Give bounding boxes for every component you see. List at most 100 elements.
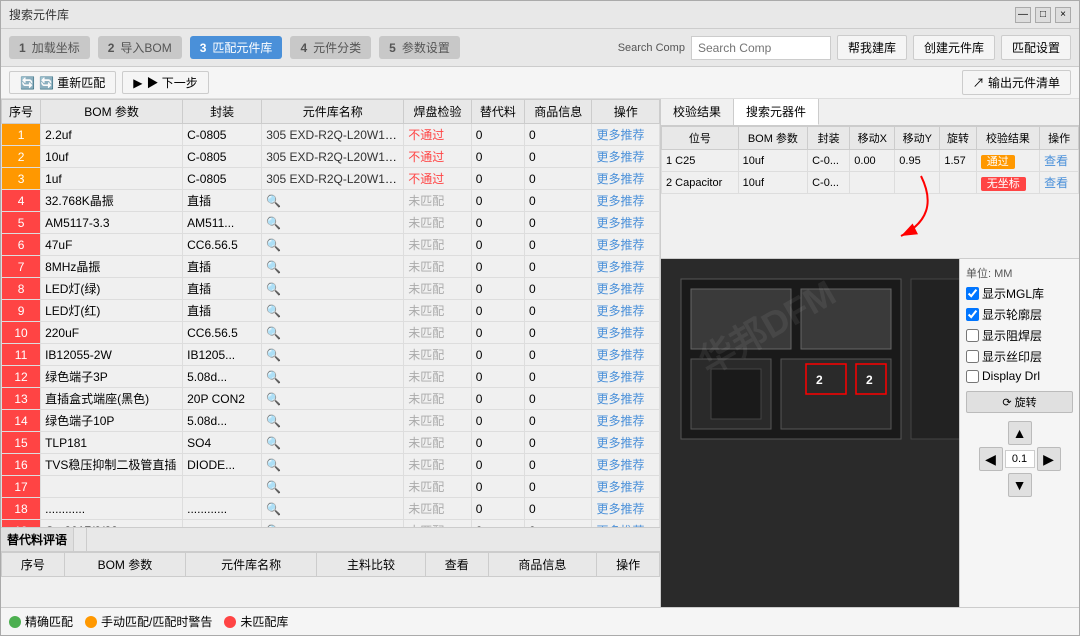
step-1-btn[interactable]: 1 加载坐标 (9, 36, 90, 59)
table-row-alt: 0 (471, 476, 524, 498)
nav-down-row: ▼ (1008, 473, 1032, 497)
table-row-goods: 0 (524, 190, 591, 212)
table-row-check: 未匹配 (404, 278, 471, 300)
table-row-op[interactable]: 更多推荐 (592, 410, 660, 432)
table-row-goods: 0 (524, 146, 591, 168)
table-row-idx: 9 (2, 300, 41, 322)
table-row-goods: 0 (524, 498, 591, 520)
table-row-alt: 0 (471, 410, 524, 432)
maximize-btn[interactable]: □ (1035, 7, 1051, 23)
table-row-lib: 🔍 (262, 366, 404, 388)
svg-text:2: 2 (866, 373, 873, 387)
table-row-op[interactable]: 更多推荐 (592, 498, 660, 520)
step-3-btn[interactable]: 3 匹配元件库 (190, 36, 283, 59)
create-lib-btn[interactable]: 创建元件库 (913, 35, 995, 60)
table-row-op[interactable]: 更多推荐 (592, 168, 660, 190)
step-bar-right: Search Comp 帮我建库 创建元件库 匹配设置 (618, 35, 1071, 60)
table-row-op[interactable]: 更多推荐 (592, 234, 660, 256)
table-row-op[interactable]: 更多推荐 (592, 190, 660, 212)
table-row-op[interactable]: 更多推荐 (592, 520, 660, 528)
table-row-bom: AM5117-3.3 (41, 212, 183, 234)
table-row: 3 1uf C-0805 305 EXD-R2Q-L20W12T7- 不通过 0… (2, 168, 660, 190)
bom-table: 序号 BOM 参数 封装 元件库名称 焊盘检验 替代料 商品信息 操作 1 2.… (1, 99, 660, 527)
rotate-btn[interactable]: ⟳ 旋转 (966, 391, 1073, 413)
table-row-lib: 🔍 (262, 498, 404, 520)
minimize-btn[interactable]: — (1015, 7, 1031, 23)
table-row-op[interactable]: 更多推荐 (592, 124, 660, 146)
table-row-bom: 8MHz晶振 (41, 256, 183, 278)
table-row-bom: 绿色端子10P (41, 410, 183, 432)
table-row-alt: 0 (471, 256, 524, 278)
table-row-idx: 5 (2, 212, 41, 234)
checkbox-drl[interactable]: Display Drl (966, 369, 1073, 383)
step-5-btn[interactable]: 5 参数设置 (379, 36, 460, 59)
nav-down-btn[interactable]: ▼ (1008, 473, 1032, 497)
table-row-idx: 15 (2, 432, 41, 454)
alt-col-header: BOM 参数 (64, 553, 185, 577)
table-row-op[interactable]: 更多推荐 (592, 388, 660, 410)
match-settings-btn[interactable]: 匹配设置 (1001, 35, 1071, 60)
table-row-idx: 1 (2, 124, 41, 146)
table-row-alt: 0 (471, 190, 524, 212)
help-build-btn[interactable]: 帮我建库 (837, 35, 907, 60)
table-row-goods: 0 (524, 410, 591, 432)
step-4-btn[interactable]: 4 元件分类 (290, 36, 371, 59)
table-row-check: 未匹配 (404, 344, 471, 366)
search-input[interactable] (691, 36, 831, 60)
checkbox-silkscreen[interactable]: 显示丝印层 (966, 348, 1073, 365)
result-col-header: 移动Y (895, 127, 940, 150)
table-row-op[interactable]: 更多推荐 (592, 256, 660, 278)
table-row-lib: 🔍 (262, 520, 404, 528)
checkbox-soldermask[interactable]: 显示阻焊层 (966, 327, 1073, 344)
table-row-check: 未匹配 (404, 300, 471, 322)
table-row-op[interactable]: 更多推荐 (592, 212, 660, 234)
table-row-goods: 0 (524, 520, 591, 528)
table-row-lib: 305 EXD-R2Q-L20W12T7- (262, 168, 404, 190)
table-row-op[interactable]: 更多推荐 (592, 146, 660, 168)
next-step-btn[interactable]: ▶ ▶ 下一步 (122, 71, 209, 94)
table-row-op[interactable]: 更多推荐 (592, 278, 660, 300)
table-row-idx: 10 (2, 322, 41, 344)
tab-verify[interactable]: 校验结果 (661, 99, 734, 125)
checkbox-outline[interactable]: 显示轮廓层 (966, 306, 1073, 323)
checkbox-mgl[interactable]: 显示MGL库 (966, 285, 1073, 302)
nav-up-btn[interactable]: ▲ (1008, 421, 1032, 445)
table-row-bom: LED灯(绿) (41, 278, 183, 300)
table-row-goods: 0 (524, 168, 591, 190)
nav-left-btn[interactable]: ◀ (979, 447, 1003, 471)
table-row-lib: 305 EXD-R2Q-L20W12T7- (262, 124, 404, 146)
table-row-pkg: C-0805 (183, 146, 262, 168)
table-row-idx: 3 (2, 168, 41, 190)
alt-col-header: 操作 (597, 553, 660, 577)
table-row-pkg: CC6.56.5 (183, 234, 262, 256)
rematch-btn[interactable]: 🔄 🔄 重新匹配 (9, 71, 116, 94)
table-row-bom: LED灯(红) (41, 300, 183, 322)
table-row: 5 AM5117-3.3 AM511... 🔍 未匹配 0 0 更多推荐 (2, 212, 660, 234)
table-row-idx: 7 (2, 256, 41, 278)
tab-search[interactable]: 搜索元器件 (734, 99, 819, 125)
table-row-op[interactable]: 更多推荐 (592, 476, 660, 498)
legend-orange-dot (85, 616, 97, 628)
preview-section: 2 2 华邦DFM 单位: MM (661, 259, 1079, 607)
export-btn[interactable]: ↗ 输出元件清单 (962, 70, 1071, 95)
table-row-op[interactable]: 更多推荐 (592, 322, 660, 344)
table-row-goods: 0 (524, 278, 591, 300)
step-2-btn[interactable]: 2 导入BOM (98, 36, 182, 59)
table-row-op[interactable]: 更多推荐 (592, 344, 660, 366)
table-row-op[interactable]: 更多推荐 (592, 454, 660, 476)
table-row-idx: 13 (2, 388, 41, 410)
table-row: 11 IB12055-2W IB1205... 🔍 未匹配 0 0 更多推荐 (2, 344, 660, 366)
nav-right-btn[interactable]: ▶ (1037, 447, 1061, 471)
nav-value-input[interactable] (1005, 450, 1035, 468)
table-row-bom: 绿色端子3P (41, 366, 183, 388)
table-row-pkg (183, 476, 262, 498)
nav-mid-row: ◀ ▶ (979, 447, 1061, 471)
window-controls: — □ × (1015, 7, 1071, 23)
legend-green-dot (9, 616, 21, 628)
table-row-op[interactable]: 更多推荐 (592, 366, 660, 388)
table-row-op[interactable]: 更多推荐 (592, 432, 660, 454)
close-btn[interactable]: × (1055, 7, 1071, 23)
table-row-check: 不通过 (404, 168, 471, 190)
bom-table-wrapper: 序号 BOM 参数 封装 元件库名称 焊盘检验 替代料 商品信息 操作 1 2.… (1, 99, 660, 527)
table-row-op[interactable]: 更多推荐 (592, 300, 660, 322)
